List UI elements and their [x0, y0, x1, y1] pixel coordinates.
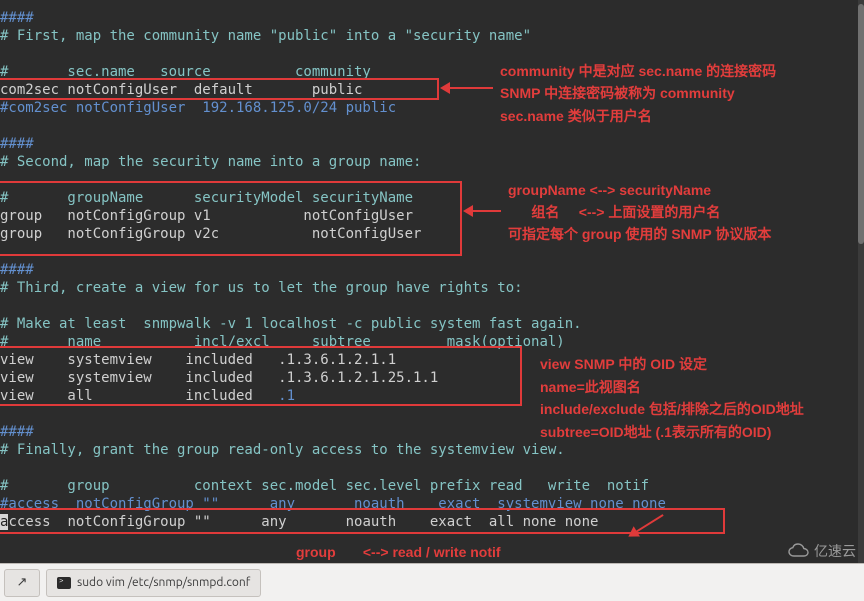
code-line: # Second, map the security name into a g… — [0, 153, 421, 171]
annotation: groupName <--> securityName — [508, 181, 711, 199]
watermark: 亿速云 — [788, 541, 856, 561]
code-line: # name incl/excl subtree mask(optional) — [0, 333, 565, 351]
code-line: # sec.name source community — [0, 63, 371, 81]
code-line: group notConfigGroup v2c notConfigUser — [0, 225, 421, 243]
annotation: sec.name 类似于用户名 — [500, 107, 652, 125]
code-line: #### — [0, 261, 34, 279]
taskbar[interactable]: ↗ sudo vim /etc/snmp/snmpd.conf — [0, 563, 864, 601]
code-line: #### — [0, 135, 34, 153]
code-line: com2sec notConfigUser default public — [0, 81, 362, 99]
annotation: view SNMP 中的 OID 设定 — [540, 355, 707, 373]
code-line: view systemview included .1.3.6.1.2.1.1 — [0, 351, 396, 369]
code-line: #access notConfigGroup "" any noauth exa… — [0, 495, 666, 513]
annotation: name=此视图名 — [540, 378, 641, 396]
code-line: view all included .1 — [0, 387, 295, 405]
annotation: include/exclude 包括/排除之后的OID地址 — [540, 400, 804, 418]
arrow-icon — [443, 87, 493, 89]
code-line: group notConfigGroup v1 notConfigUser — [0, 207, 413, 225]
annotation: subtree=OID地址 (.1表示所有的OID) — [540, 423, 771, 441]
annotation: 组名 <--> 上面设置的用户名 — [508, 203, 720, 221]
code-line: # groupName securityModel securityName — [0, 189, 413, 207]
cloud-icon — [788, 543, 810, 559]
launcher-button[interactable]: ↗ — [4, 569, 40, 597]
arrow-icon — [466, 210, 501, 212]
code-line: #com2sec notConfigUser 192.168.125.0/24 … — [0, 99, 396, 117]
arrow-icon — [630, 514, 663, 536]
terminal-icon — [57, 577, 71, 589]
taskbar-tab-terminal[interactable]: sudo vim /etc/snmp/snmpd.conf — [46, 569, 261, 597]
launcher-icon: ↗ — [17, 575, 28, 590]
annotation: SNMP 中连接密码被称为 community — [500, 84, 735, 102]
code-line: # group context sec.model sec.level pref… — [0, 477, 649, 495]
code-line: # Finally, grant the group read-only acc… — [0, 441, 565, 459]
code-line: #### — [0, 423, 34, 441]
taskbar-tab-label: sudo vim /etc/snmp/snmpd.conf — [77, 576, 250, 589]
code-line: # Third, create a view for us to let the… — [0, 279, 523, 297]
code-line: #### — [0, 9, 34, 27]
annotation: 可指定每个 group 使用的 SNMP 协议版本 — [508, 225, 771, 243]
code-line: # Make at least snmpwalk -v 1 localhost … — [0, 315, 582, 333]
annotation: community 中是对应 sec.name 的连接密码 — [500, 62, 776, 80]
annotation: group <--> read / write notif — [296, 543, 501, 561]
scrollbar-thumb[interactable] — [858, 4, 864, 244]
code-line: access notConfigGroup "" any noauth exac… — [0, 513, 598, 531]
editor-pane[interactable]: #### # First, map the community name "pu… — [0, 0, 864, 564]
code-line: view systemview included .1.3.6.1.2.1.25… — [0, 369, 438, 387]
code-line: # First, map the community name "public"… — [0, 27, 531, 45]
